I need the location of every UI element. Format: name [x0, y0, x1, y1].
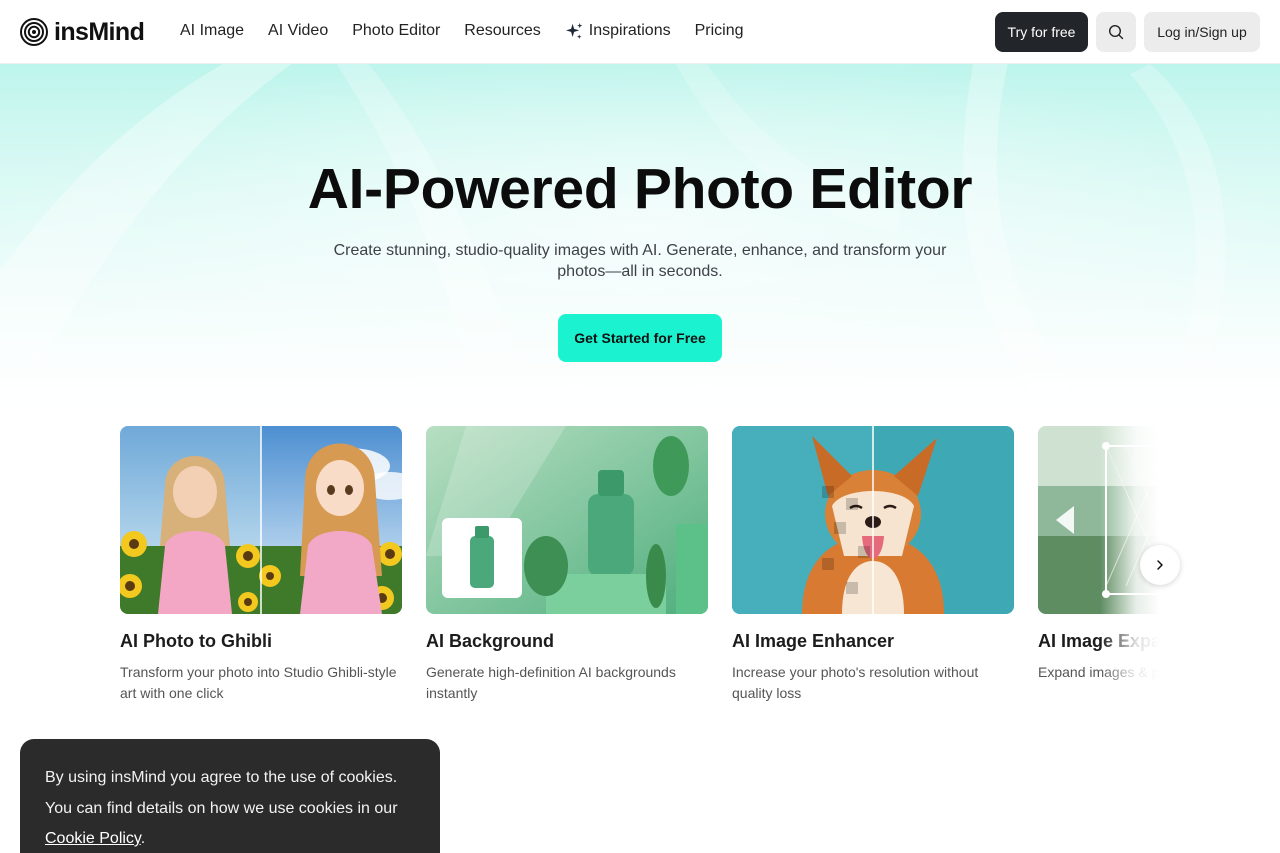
hero-section: AI-Powered Photo Editor Create stunning,… [0, 64, 1280, 426]
nav-item-ai-image[interactable]: AI Image [180, 22, 244, 40]
try-for-free-button[interactable]: Try for free [995, 12, 1088, 52]
feature-card-enhancer[interactable]: AI Image Enhancer Increase your photo's … [732, 426, 1014, 716]
ai-background-image [426, 426, 708, 614]
image-enhancer-comparison [732, 426, 1014, 614]
top-navigation-bar: insMind AI Image AI Video Photo Editor R… [0, 0, 1280, 64]
nav-item-label: AI Image [180, 22, 245, 39]
login-signup-button[interactable]: Log in/Sign up [1144, 12, 1260, 52]
chevron-right-icon [1157, 560, 1163, 570]
get-started-button[interactable]: Get Started for Free [558, 314, 722, 362]
nav-item-photo-editor[interactable]: Photo Editor [352, 22, 440, 40]
main-nav: AI Image AI Video Photo Editor Resources… [180, 0, 768, 62]
insmind-logo[interactable]: insMind [20, 17, 145, 47]
nav-item-label: AI Video [268, 22, 329, 39]
card-description: Generate high-definition AI backgrounds … [426, 664, 676, 701]
nav-item-label: Pricing [694, 22, 744, 39]
nav-item-inspirations[interactable]: Inspirations [565, 22, 671, 41]
nav-item-label: Inspirations [588, 22, 671, 39]
card-description: Expand images & photos with AI outpainti… [1038, 664, 1160, 680]
hero-title: AI-Powered Photo Editor [307, 157, 973, 221]
brand-name: insMind [54, 17, 145, 46]
carousel-next-button[interactable] [1140, 545, 1180, 585]
nav-item-label: Resources [464, 22, 541, 39]
nav-item-resources[interactable]: Resources [464, 22, 540, 40]
feature-card-background[interactable]: AI Background Generate high-definition A… [426, 426, 708, 716]
card-description: Transform your photo into Studio Ghibli-… [120, 664, 397, 701]
search-button[interactable] [1096, 12, 1136, 52]
nav-item-pricing[interactable]: Pricing [695, 22, 744, 40]
feature-card-ghibli[interactable]: AI Photo to Ghibli Transform your photo … [120, 426, 402, 716]
logo-icon [20, 18, 48, 46]
card-description: Increase your photo's resolution without… [732, 664, 979, 701]
feature-cards-carousel: AI Photo to Ghibli Transform your photo … [120, 426, 1160, 716]
hero-subtitle: Create stunning, studio-quality images w… [333, 242, 947, 280]
card-title: AI Image Enhancer [732, 631, 895, 651]
cookie-message: By using insMind you agree to the use of… [45, 763, 415, 853]
cookie-policy-link[interactable]: Cookie Policy [45, 830, 141, 847]
sparkle-icon [565, 22, 584, 41]
card-title: AI Photo to Ghibli [120, 631, 272, 651]
search-icon [1108, 24, 1124, 40]
cookie-consent-banner: By using insMind you agree to the use of… [20, 739, 440, 853]
nav-item-ai-video[interactable]: AI Video [268, 22, 328, 40]
ghibli-comparison-image [120, 426, 402, 614]
card-title: AI Image Expander [1038, 631, 1160, 651]
nav-item-label: Photo Editor [352, 22, 441, 39]
card-title: AI Background [426, 631, 555, 651]
cookie-suffix: . [140, 830, 146, 847]
cookie-text: By using insMind you agree to the use of… [45, 769, 398, 817]
image-expander-preview [1038, 426, 1160, 614]
